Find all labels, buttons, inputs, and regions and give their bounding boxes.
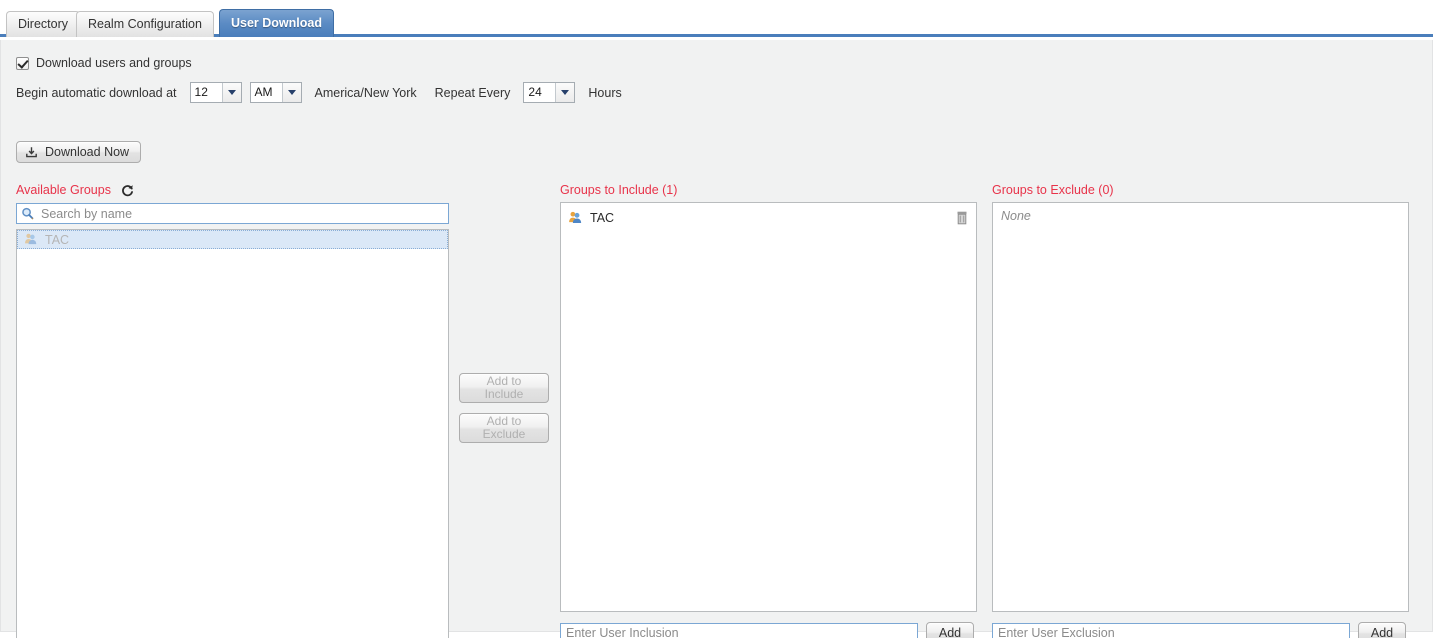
- chevron-down-icon: [221, 83, 241, 102]
- chevron-down-icon: [281, 83, 301, 102]
- download-now-button[interactable]: Download Now: [16, 141, 142, 163]
- meridiem-select[interactable]: AM: [249, 82, 302, 103]
- begin-download-label: Begin automatic download at: [16, 85, 177, 100]
- user-inclusion-row: Add: [560, 622, 974, 638]
- add-inclusion-button[interactable]: Add: [926, 622, 974, 638]
- repeat-every-label: Repeat Every: [434, 85, 511, 100]
- available-groups-title: Available Groups: [16, 183, 111, 197]
- empty-placeholder: None: [1001, 209, 1031, 223]
- download-now-label: Download Now: [45, 145, 130, 159]
- groups-to-include-title: Groups to Include (1): [560, 183, 678, 197]
- trash-icon[interactable]: [956, 211, 968, 225]
- available-groups-header: Available Groups: [16, 183, 134, 197]
- schedule-row: Begin automatic download at 12 AM Americ…: [16, 82, 622, 103]
- timezone-label: America/New York: [314, 85, 417, 100]
- group-icon: [568, 210, 583, 227]
- hours-label: Hours: [588, 85, 622, 100]
- groups-to-include-list[interactable]: TAC: [560, 202, 977, 612]
- groups-to-include-header: Groups to Include (1): [560, 183, 677, 197]
- download-users-groups-row: Download users and groups: [16, 56, 192, 70]
- chevron-down-icon: [555, 83, 575, 102]
- list-item-label: TAC: [590, 211, 615, 225]
- repeat-hours-select[interactable]: 24: [523, 82, 576, 103]
- user-download-page: Directory Realm Configuration User Downl…: [0, 0, 1433, 638]
- group-icon: [24, 232, 38, 248]
- list-item[interactable]: TAC: [561, 207, 976, 229]
- refresh-icon[interactable]: [121, 184, 134, 197]
- content-panel: Download users and groups Begin automati…: [0, 40, 1433, 638]
- available-groups-list[interactable]: TAC: [16, 229, 449, 638]
- tab-directory[interactable]: Directory: [6, 11, 81, 37]
- add-exclusion-button[interactable]: Add: [1358, 622, 1406, 638]
- add-to-include-label-line2: Include: [484, 387, 524, 401]
- groups-to-exclude-header: Groups to Exclude (0): [992, 183, 1114, 197]
- hour-select[interactable]: 12: [189, 82, 242, 103]
- user-inclusion-input[interactable]: [560, 622, 918, 638]
- search-icon: [21, 207, 34, 220]
- add-to-exclude-label-line2: Exclude: [482, 427, 526, 441]
- repeat-hours-value: 24: [524, 83, 556, 102]
- groups-to-exclude-title: Groups to Exclude (0): [992, 183, 1114, 197]
- add-to-exclude-button[interactable]: Add to Exclude: [459, 413, 549, 443]
- tab-realm-configuration[interactable]: Realm Configuration: [76, 11, 214, 37]
- download-users-groups-checkbox[interactable]: [16, 56, 29, 70]
- user-exclusion-input[interactable]: [992, 622, 1350, 638]
- user-exclusion-row: Add: [992, 622, 1406, 638]
- tab-bar: Directory Realm Configuration User Downl…: [0, 0, 1433, 37]
- groups-to-exclude-list[interactable]: None: [992, 202, 1409, 612]
- tab-user-download[interactable]: User Download: [219, 9, 334, 37]
- meridiem-select-value: AM: [250, 83, 282, 102]
- search-box[interactable]: [16, 203, 449, 224]
- list-item[interactable]: TAC: [17, 230, 448, 249]
- download-users-groups-label: Download users and groups: [36, 56, 192, 70]
- add-to-include-button[interactable]: Add to Include: [459, 373, 549, 403]
- list-item-label: TAC: [45, 232, 70, 247]
- download-icon: [25, 146, 38, 159]
- hour-select-value: 12: [190, 83, 222, 102]
- search-input[interactable]: [39, 205, 444, 222]
